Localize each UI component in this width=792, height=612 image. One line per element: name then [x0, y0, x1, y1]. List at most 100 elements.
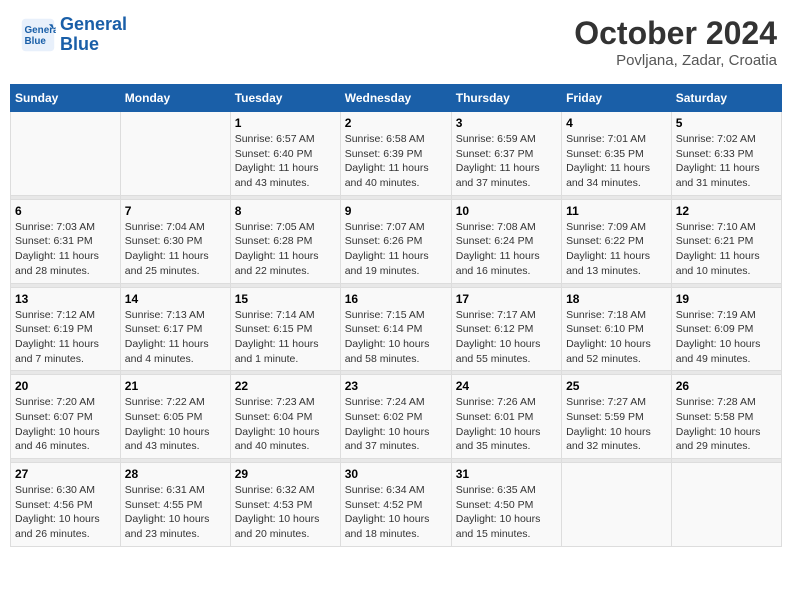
day-number: 25: [566, 379, 667, 393]
month-title: October 2024: [574, 15, 777, 52]
day-cell: [671, 463, 781, 547]
day-cell: 13 Sunrise: 7:12 AM Sunset: 6:19 PM Dayli…: [11, 287, 121, 371]
day-cell: 11 Sunrise: 7:09 AM Sunset: 6:22 PM Dayli…: [562, 199, 672, 283]
day-info: Sunrise: 7:05 AM Sunset: 6:28 PM Dayligh…: [235, 220, 336, 279]
day-cell: [11, 112, 121, 196]
day-cell: 1 Sunrise: 6:57 AM Sunset: 6:40 PM Daylig…: [230, 112, 340, 196]
day-cell: 29 Sunrise: 6:32 AM Sunset: 4:53 PM Dayli…: [230, 463, 340, 547]
day-number: 11: [566, 204, 667, 218]
day-info: Sunrise: 7:23 AM Sunset: 6:04 PM Dayligh…: [235, 395, 336, 454]
day-info: Sunrise: 7:27 AM Sunset: 5:59 PM Dayligh…: [566, 395, 667, 454]
day-info: Sunrise: 7:26 AM Sunset: 6:01 PM Dayligh…: [456, 395, 557, 454]
day-info: Sunrise: 6:34 AM Sunset: 4:52 PM Dayligh…: [345, 483, 447, 542]
day-number: 20: [15, 379, 116, 393]
day-number: 4: [566, 116, 667, 130]
day-cell: 9 Sunrise: 7:07 AM Sunset: 6:26 PM Daylig…: [340, 199, 451, 283]
day-cell: 15Sunrise: 7:14 AM Sunset: 6:15 PM Dayli…: [230, 287, 340, 371]
day-info: Sunrise: 6:30 AM Sunset: 4:56 PM Dayligh…: [15, 483, 116, 542]
week-row-2: 6 Sunrise: 7:03 AM Sunset: 6:31 PM Daylig…: [11, 199, 782, 283]
day-number: 9: [345, 204, 447, 218]
day-number: 2: [345, 116, 447, 130]
day-cell: 12Sunrise: 7:10 AM Sunset: 6:21 PM Dayli…: [671, 199, 781, 283]
day-number: 28: [125, 467, 226, 481]
day-cell: 17 Sunrise: 7:17 AM Sunset: 6:12 PM Dayli…: [451, 287, 561, 371]
day-number: 30: [345, 467, 447, 481]
day-cell: 16 Sunrise: 7:15 AM Sunset: 6:14 PM Dayli…: [340, 287, 451, 371]
logo: General Blue General Blue: [20, 15, 127, 55]
day-info: Sunrise: 7:09 AM Sunset: 6:22 PM Dayligh…: [566, 220, 667, 279]
day-info: Sunrise: 7:15 AM Sunset: 6:14 PM Dayligh…: [345, 308, 447, 367]
day-cell: 19 Sunrise: 7:19 AM Sunset: 6:09 PM Dayli…: [671, 287, 781, 371]
day-cell: 5 Sunrise: 7:02 AM Sunset: 6:33 PM Daylig…: [671, 112, 781, 196]
logo-line1: General: [60, 14, 127, 34]
day-number: 17: [456, 292, 557, 306]
day-info: Sunrise: 7:02 AM Sunset: 6:33 PM Dayligh…: [676, 132, 777, 191]
day-cell: 30 Sunrise: 6:34 AM Sunset: 4:52 PM Dayli…: [340, 463, 451, 547]
day-cell: 23 Sunrise: 7:24 AM Sunset: 6:02 PM Dayli…: [340, 375, 451, 459]
day-info: Sunrise: 7:17 AM Sunset: 6:12 PM Dayligh…: [456, 308, 557, 367]
day-info: Sunrise: 6:35 AM Sunset: 4:50 PM Dayligh…: [456, 483, 557, 542]
day-number: 7: [125, 204, 226, 218]
day-info: Sunrise: 6:58 AM Sunset: 6:39 PM Dayligh…: [345, 132, 447, 191]
day-info: Sunrise: 7:12 AM Sunset: 6:19 PM Dayligh…: [15, 308, 116, 367]
day-info: Sunrise: 7:04 AM Sunset: 6:30 PM Dayligh…: [125, 220, 226, 279]
header-cell-sunday: Sunday: [11, 85, 121, 112]
day-info: Sunrise: 7:10 AM Sunset: 6:21 PM Dayligh…: [676, 220, 777, 279]
day-info: Sunrise: 6:57 AM Sunset: 6:40 PM Dayligh…: [235, 132, 336, 191]
day-number: 29: [235, 467, 336, 481]
header-cell-friday: Friday: [562, 85, 672, 112]
day-number: 19: [676, 292, 777, 306]
header-row: SundayMondayTuesdayWednesdayThursdayFrid…: [11, 85, 782, 112]
day-number: 1: [235, 116, 336, 130]
day-number: 22: [235, 379, 336, 393]
week-row-3: 13 Sunrise: 7:12 AM Sunset: 6:19 PM Dayli…: [11, 287, 782, 371]
day-number: 18: [566, 292, 667, 306]
svg-text:Blue: Blue: [25, 36, 47, 47]
day-info: Sunrise: 7:01 AM Sunset: 6:35 PM Dayligh…: [566, 132, 667, 191]
day-number: 16: [345, 292, 447, 306]
day-number: 31: [456, 467, 557, 481]
week-row-5: 27Sunrise: 6:30 AM Sunset: 4:56 PM Dayli…: [11, 463, 782, 547]
day-cell: 25 Sunrise: 7:27 AM Sunset: 5:59 PM Dayli…: [562, 375, 672, 459]
day-info: Sunrise: 6:59 AM Sunset: 6:37 PM Dayligh…: [456, 132, 557, 191]
day-cell: [120, 112, 230, 196]
day-cell: 4 Sunrise: 7:01 AM Sunset: 6:35 PM Daylig…: [562, 112, 672, 196]
day-number: 13: [15, 292, 116, 306]
day-info: Sunrise: 6:31 AM Sunset: 4:55 PM Dayligh…: [125, 483, 226, 542]
day-info: Sunrise: 7:24 AM Sunset: 6:02 PM Dayligh…: [345, 395, 447, 454]
day-cell: [562, 463, 672, 547]
day-info: Sunrise: 6:32 AM Sunset: 4:53 PM Dayligh…: [235, 483, 336, 542]
day-number: 21: [125, 379, 226, 393]
day-cell: 20 Sunrise: 7:20 AM Sunset: 6:07 PM Dayli…: [11, 375, 121, 459]
day-cell: 14Sunrise: 7:13 AM Sunset: 6:17 PM Dayli…: [120, 287, 230, 371]
day-number: 3: [456, 116, 557, 130]
day-cell: 8Sunrise: 7:05 AM Sunset: 6:28 PM Daylig…: [230, 199, 340, 283]
day-info: Sunrise: 7:20 AM Sunset: 6:07 PM Dayligh…: [15, 395, 116, 454]
header-cell-thursday: Thursday: [451, 85, 561, 112]
day-cell: 31 Sunrise: 6:35 AM Sunset: 4:50 PM Dayli…: [451, 463, 561, 547]
day-cell: 21Sunrise: 7:22 AM Sunset: 6:05 PM Dayli…: [120, 375, 230, 459]
day-number: 10: [456, 204, 557, 218]
day-cell: 6 Sunrise: 7:03 AM Sunset: 6:31 PM Daylig…: [11, 199, 121, 283]
location: Povljana, Zadar, Croatia: [574, 52, 777, 69]
day-cell: 26Sunrise: 7:28 AM Sunset: 5:58 PM Dayli…: [671, 375, 781, 459]
day-number: 6: [15, 204, 116, 218]
title-block: October 2024 Povljana, Zadar, Croatia: [574, 15, 777, 69]
calendar-table: SundayMondayTuesdayWednesdayThursdayFrid…: [10, 84, 782, 547]
day-info: Sunrise: 7:19 AM Sunset: 6:09 PM Dayligh…: [676, 308, 777, 367]
day-number: 23: [345, 379, 447, 393]
logo-icon: General Blue: [20, 17, 56, 53]
header-cell-monday: Monday: [120, 85, 230, 112]
logo-line2: Blue: [60, 34, 99, 54]
day-info: Sunrise: 7:28 AM Sunset: 5:58 PM Dayligh…: [676, 395, 777, 454]
header-cell-tuesday: Tuesday: [230, 85, 340, 112]
day-number: 5: [676, 116, 777, 130]
day-info: Sunrise: 7:07 AM Sunset: 6:26 PM Dayligh…: [345, 220, 447, 279]
week-row-4: 20 Sunrise: 7:20 AM Sunset: 6:07 PM Dayli…: [11, 375, 782, 459]
day-cell: 7 Sunrise: 7:04 AM Sunset: 6:30 PM Daylig…: [120, 199, 230, 283]
day-info: Sunrise: 7:18 AM Sunset: 6:10 PM Dayligh…: [566, 308, 667, 367]
day-info: Sunrise: 7:03 AM Sunset: 6:31 PM Dayligh…: [15, 220, 116, 279]
header-cell-saturday: Saturday: [671, 85, 781, 112]
day-number: 14: [125, 292, 226, 306]
logo-text: General Blue: [60, 15, 127, 55]
